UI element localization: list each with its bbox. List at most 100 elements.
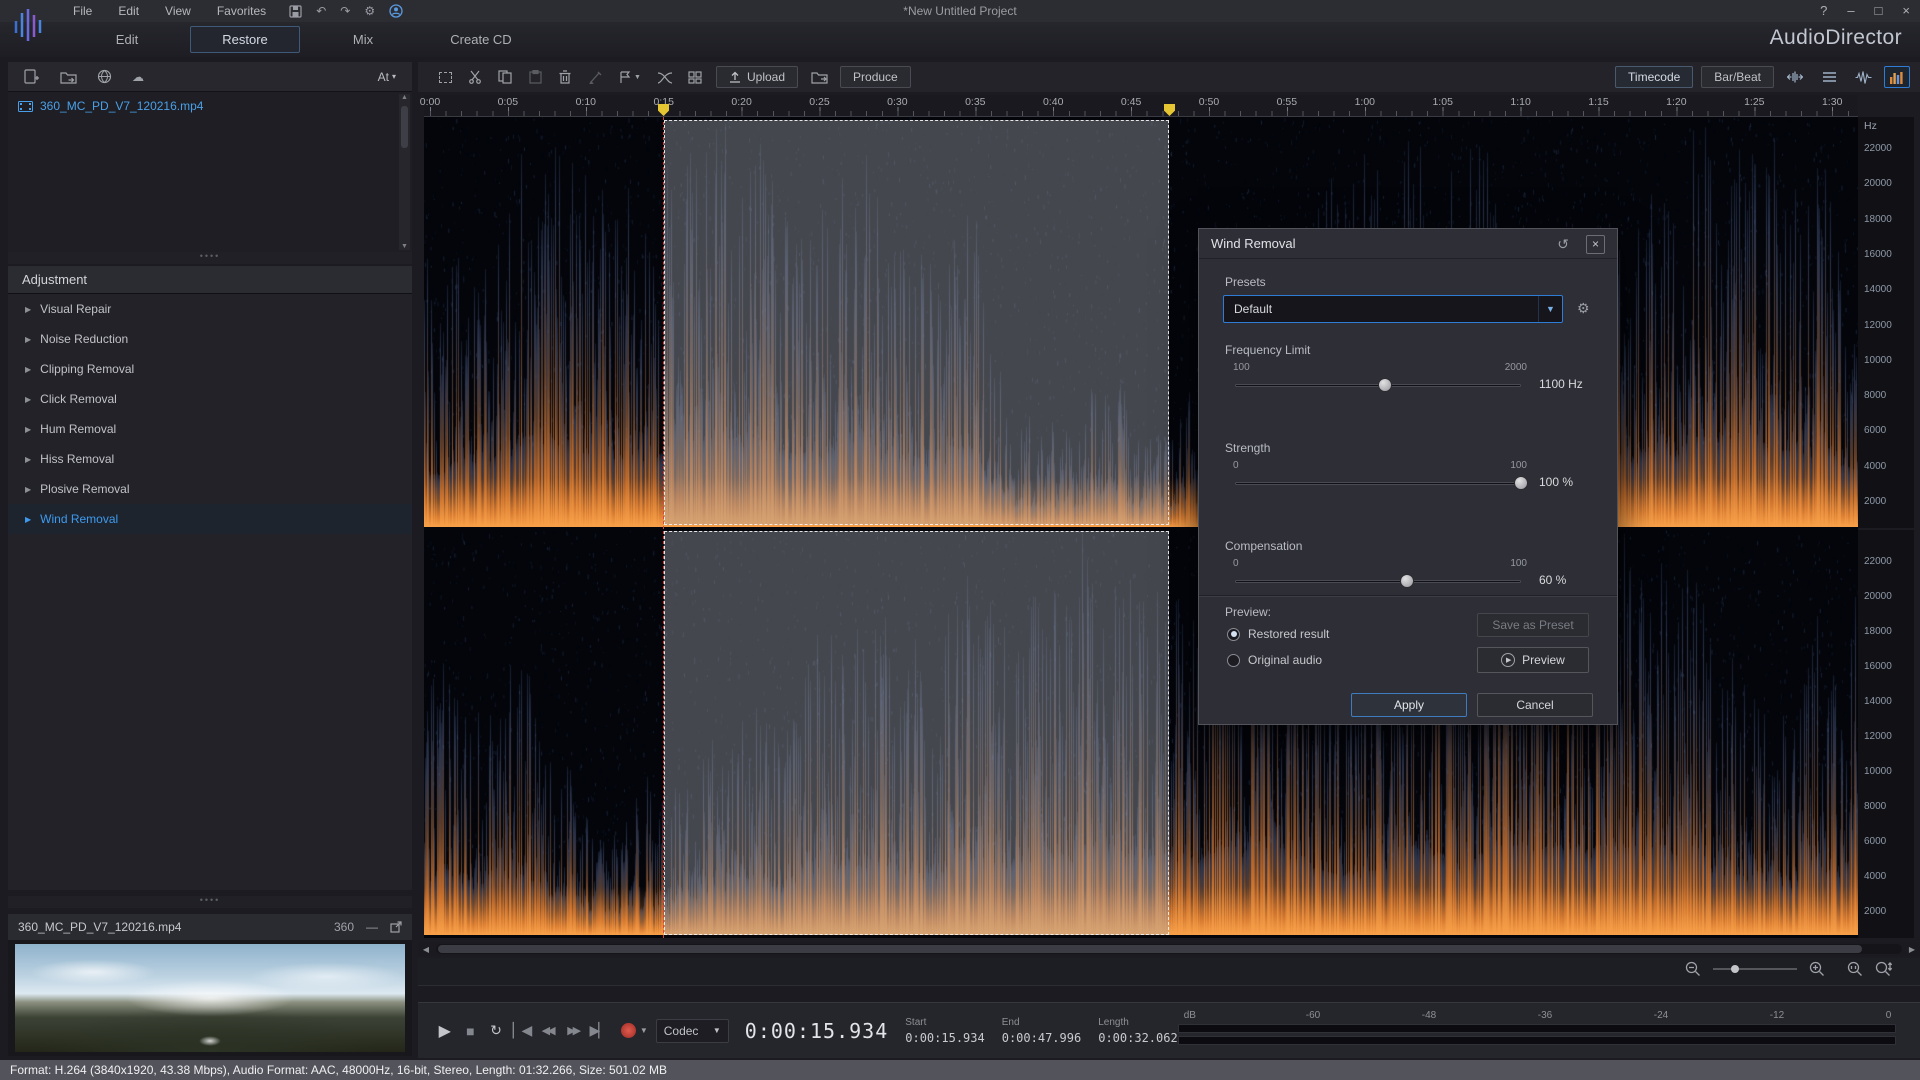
delete-icon[interactable] — [550, 65, 580, 89]
loop-button[interactable]: ↻ — [483, 1022, 509, 1039]
scrollbar-thumb[interactable] — [401, 106, 408, 148]
text-size-tool[interactable]: At▾ — [378, 70, 396, 84]
zoom-slider-handle[interactable] — [1731, 965, 1739, 973]
popout-preview-icon[interactable] — [390, 921, 402, 933]
adjustment-item-noise-reduction[interactable]: ▶Noise Reduction — [8, 324, 412, 354]
adjustment-item-wind-removal[interactable]: ▶Wind Removal — [8, 504, 412, 534]
cut-icon[interactable] — [460, 65, 490, 89]
zoom-out-icon[interactable] — [1685, 961, 1701, 977]
scroll-left-icon[interactable]: ◀ — [418, 945, 434, 954]
settings-gear-icon[interactable]: ⚙ — [364, 4, 375, 18]
slider-track[interactable] — [1235, 580, 1521, 583]
save-icon[interactable] — [289, 5, 302, 18]
radio-unselected-icon[interactable] — [1227, 654, 1240, 667]
playhead-line[interactable] — [663, 117, 664, 938]
copy-icon[interactable] — [490, 65, 520, 89]
scroll-down-icon[interactable]: ▼ — [399, 243, 410, 250]
account-icon[interactable] — [389, 4, 403, 18]
minimize-preview-icon[interactable]: — — [366, 920, 378, 934]
zoom-slider[interactable] — [1713, 968, 1797, 970]
restored-result-radio[interactable]: Restored result — [1227, 627, 1329, 641]
waveform-view-icon[interactable] — [1850, 66, 1876, 88]
spectral-view-icon[interactable] — [1884, 66, 1910, 88]
save-as-preset-button[interactable]: Save as Preset — [1477, 613, 1589, 637]
menu-favorites[interactable]: Favorites — [204, 0, 279, 22]
import-media-icon[interactable] — [24, 69, 40, 84]
stretch-view-icon[interactable] — [1782, 66, 1808, 88]
time-selection-region[interactable] — [664, 531, 1169, 935]
menu-edit[interactable]: Edit — [105, 0, 152, 22]
frequency-limit-slider[interactable]: 100 2000 — [1235, 377, 1521, 397]
slider-handle[interactable] — [1514, 476, 1528, 490]
horizontal-scrollbar[interactable]: ◀ ▶ — [418, 942, 1920, 956]
bar-beat-toggle-button[interactable]: Bar/Beat — [1701, 66, 1774, 88]
minimize-icon[interactable]: – — [1847, 0, 1854, 22]
download-media-icon[interactable] — [97, 69, 112, 84]
paste-icon[interactable] — [520, 65, 550, 89]
tab-mix[interactable]: Mix — [308, 26, 418, 53]
menu-file[interactable]: File — [60, 0, 105, 22]
close-icon[interactable]: × — [1902, 0, 1910, 22]
timeline-ruler[interactable]: 0:000:050:100:150:200:250:300:350:400:45… — [424, 95, 1858, 117]
panel-divider-handle[interactable]: •••• — [8, 252, 412, 264]
go-to-end-button[interactable]: ▶▏ — [585, 1022, 611, 1039]
adjustment-item-hum-removal[interactable]: ▶Hum Removal — [8, 414, 412, 444]
library-scrollbar[interactable]: ▲ ▼ — [399, 94, 410, 250]
help-icon[interactable]: ? — [1820, 0, 1827, 22]
presets-dropdown[interactable]: Default ▼ — [1223, 295, 1563, 323]
tab-edit[interactable]: Edit — [72, 26, 182, 53]
channel-list-icon[interactable] — [1816, 66, 1842, 88]
produce-button[interactable]: Produce — [840, 66, 911, 88]
dialog-titlebar[interactable]: Wind Removal — [1199, 229, 1617, 259]
adjustment-item-visual-repair[interactable]: ▶Visual Repair — [8, 294, 412, 324]
apply-button[interactable]: Apply — [1351, 693, 1467, 717]
adjustment-item-click-removal[interactable]: ▶Click Removal — [8, 384, 412, 414]
tab-restore[interactable]: Restore — [190, 26, 300, 53]
compensation-slider[interactable]: 0 100 — [1235, 573, 1521, 593]
codec-dropdown[interactable]: Codec ▼ — [656, 1019, 729, 1043]
fast-forward-button[interactable]: ▶▶ — [560, 1024, 586, 1037]
maximize-icon[interactable]: □ — [1875, 0, 1883, 22]
strength-slider[interactable]: 0 100 — [1235, 475, 1521, 495]
tab-create-cd[interactable]: Create CD — [426, 26, 536, 53]
record-button[interactable] — [621, 1023, 636, 1038]
preset-settings-gear-icon[interactable]: ⚙ — [1577, 300, 1590, 317]
video-preview-thumbnail[interactable] — [8, 940, 412, 1056]
scroll-right-icon[interactable]: ▶ — [1904, 945, 1920, 954]
stop-button[interactable]: ■ — [458, 1023, 484, 1039]
fade-tool-icon[interactable] — [650, 65, 680, 89]
adjustment-item-hiss-removal[interactable]: ▶Hiss Removal — [8, 444, 412, 474]
scroll-up-icon[interactable]: ▲ — [399, 94, 410, 101]
zoom-fit-icon[interactable] — [1847, 961, 1863, 977]
mixer-grid-icon[interactable] — [680, 65, 710, 89]
original-audio-radio[interactable]: Original audio — [1227, 653, 1322, 667]
media-file-item[interactable]: 360_MC_PD_V7_120216.mp4 — [8, 92, 412, 120]
undo-icon[interactable]: ↶ — [316, 4, 326, 18]
scrollbar-track[interactable] — [436, 944, 1902, 954]
zoom-in-icon[interactable] — [1809, 961, 1825, 977]
reset-icon[interactable]: ↺ — [1557, 236, 1569, 253]
spectrogram-area[interactable] — [424, 117, 1858, 938]
range-select-icon[interactable] — [430, 65, 460, 89]
adjustment-item-clipping-removal[interactable]: ▶Clipping Removal — [8, 354, 412, 384]
rewind-button[interactable]: ◀◀ — [534, 1024, 560, 1037]
produce-folder-icon[interactable] — [804, 65, 834, 89]
timecode-toggle-button[interactable]: Timecode — [1615, 66, 1693, 88]
zoom-vertical-icon[interactable] — [1875, 961, 1892, 977]
cancel-button[interactable]: Cancel — [1477, 693, 1593, 717]
upload-button[interactable]: Upload — [716, 66, 798, 88]
close-icon[interactable]: × — [1586, 235, 1605, 254]
slider-handle[interactable] — [1378, 378, 1392, 392]
redo-icon[interactable]: ↷ — [340, 4, 350, 18]
cloud-icon[interactable]: ☁ — [132, 70, 144, 84]
slider-track[interactable] — [1235, 482, 1521, 485]
marker-icon[interactable]: ▼ — [610, 65, 650, 89]
menu-view[interactable]: View — [152, 0, 204, 22]
trim-edit-icon[interactable] — [580, 65, 610, 89]
preview-button[interactable]: ▶ Preview — [1477, 647, 1589, 673]
adjustment-item-plosive-removal[interactable]: ▶Plosive Removal — [8, 474, 412, 504]
scrollbar-thumb[interactable] — [438, 945, 1862, 953]
slider-handle[interactable] — [1400, 574, 1414, 588]
radio-selected-icon[interactable] — [1227, 628, 1240, 641]
import-folder-icon[interactable] — [60, 70, 77, 84]
